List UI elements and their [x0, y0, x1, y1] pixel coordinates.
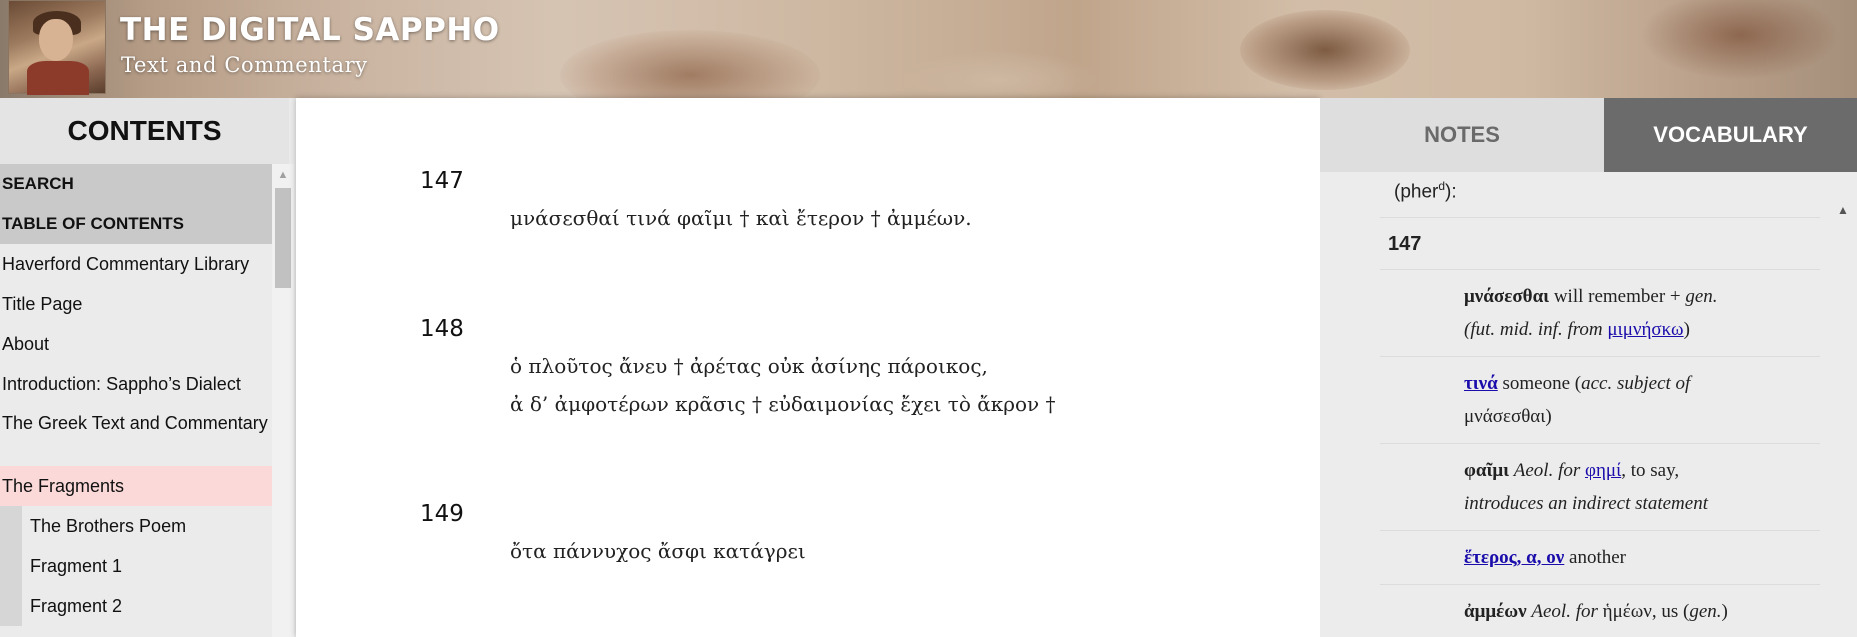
vocab-headword: ἀμμέων	[1464, 601, 1527, 622]
contents-list: SEARCH TABLE OF CONTENTS Haverford Comme…	[0, 164, 272, 637]
tab-vocabulary[interactable]: VOCABULARY	[1604, 98, 1857, 172]
search-section[interactable]: SEARCH	[0, 164, 272, 204]
site-subtitle: Text and Commentary	[121, 53, 368, 77]
toc-item-commentary-library[interactable]: Haverford Commentary Library	[0, 244, 272, 284]
vocab-entry: ἀμμέων Aeol. for ἡμέων, us (gen.)	[1380, 585, 1820, 637]
greek-text-pane: 147 μνάσεσθαί τινά φαῖμι † καὶ ἔτερον † …	[296, 98, 1320, 637]
vocab-link[interactable]: τινά	[1464, 373, 1498, 394]
site-header: THE DIGITAL SAPPHO Text and Commentary	[0, 0, 1857, 98]
vocab-entry: φαῖμι Aeol. for φημί, to say, introduces…	[1380, 444, 1820, 531]
scroll-up-arrow-icon[interactable]: ▲	[272, 164, 294, 186]
toc-item-greek-text[interactable]: The Greek Text and Commentary	[0, 404, 272, 466]
sidebar-scrollbar[interactable]: ▲	[272, 164, 294, 637]
toc-section[interactable]: TABLE OF CONTENTS	[0, 204, 272, 244]
site-title[interactable]: THE DIGITAL SAPPHO	[120, 12, 500, 48]
vocab-top-line: (pherd):	[1380, 172, 1820, 218]
greek-line: ὁ πλοῦτος ἄνευ † ἀρέτας οὐκ ἀσίνης πάροι…	[510, 354, 988, 378]
greek-line: ὄτα πάννυχος ἄσφι κατάγρει	[510, 539, 806, 563]
tab-notes[interactable]: NOTES	[1320, 98, 1604, 172]
greek-line: μνάσεσθαί τινά φαῖμι † καὶ ἔτερον † ἀμμέ…	[510, 206, 972, 230]
fragment-number: 149	[420, 501, 464, 527]
toc-item-introduction[interactable]: Introduction: Sappho’s Dialect	[0, 364, 272, 404]
fragment-number: 147	[420, 168, 464, 194]
sappho-portrait-logo[interactable]	[8, 0, 106, 95]
vocab-entry: ἕτερος, α, ον another	[1380, 531, 1820, 585]
vocab-link[interactable]: μιμνήσκω	[1607, 319, 1683, 340]
panel-scroll-up-icon[interactable]: ▲	[1837, 203, 1849, 217]
vocab-headword: φαῖμι	[1464, 460, 1510, 481]
toc-subitem-brothers-poem[interactable]: The Brothers Poem	[0, 506, 272, 546]
fragment-148: 148 ὁ πλοῦτος ἄνευ † ἀρέτας οὐκ ἀσίνης π…	[420, 316, 1056, 416]
vocab-entry: μνάσεσθαι will remember + gen. (fut. mid…	[1380, 270, 1820, 357]
toc-item-about[interactable]: About	[0, 324, 272, 364]
greek-line: ἀ δ’ ἀμφοτέρων κρᾶσις † εὐδαιμονίας ἔχει…	[510, 392, 1056, 416]
toc-item-fragments[interactable]: The Fragments	[0, 466, 272, 506]
vocabulary-list: (pherd): 147 μνάσεσθαι will remember + g…	[1380, 172, 1820, 637]
contents-heading: CONTENTS	[0, 98, 289, 164]
toc-subitem-fragment-2[interactable]: Fragment 2	[0, 586, 272, 626]
fragment-149: 149 ὄτα πάννυχος ἄσφι κατάγρει	[420, 501, 806, 563]
vocab-fragment-number: 147	[1380, 218, 1820, 270]
vocab-entry: τινά someone (acc. subject of μνάσεσθαι)	[1380, 357, 1820, 444]
contents-sidebar: CONTENTS SEARCH TABLE OF CONTENTS Haverf…	[0, 98, 296, 637]
toc-subitem-fragment-1[interactable]: Fragment 1	[0, 546, 272, 586]
fragment-147: 147 μνάσεσθαί τινά φαῖμι † καὶ ἔτερον † …	[420, 168, 972, 230]
notes-vocabulary-panel: NOTES VOCABULARY (pherd): 147 μνάσεσθαι …	[1320, 98, 1857, 637]
vocab-headword: μνάσεσθαι	[1464, 286, 1550, 307]
vocab-link[interactable]: φημί	[1585, 460, 1621, 481]
vocab-link[interactable]: ἕτερος, α, ον	[1464, 547, 1564, 568]
fragment-number: 148	[420, 316, 464, 342]
toc-item-title-page[interactable]: Title Page	[0, 284, 272, 324]
scroll-thumb[interactable]	[275, 188, 291, 288]
